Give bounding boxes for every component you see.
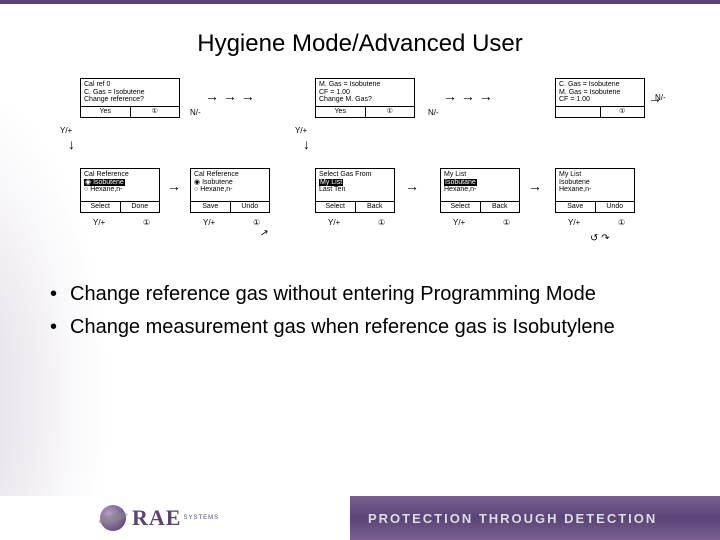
line: CF = 1.00	[559, 96, 641, 104]
btn-yplus: Y/+	[328, 218, 340, 227]
btn-mode: ①	[253, 218, 260, 227]
btn-yplus: Y/+	[93, 218, 105, 227]
btn-yplus: Y/+	[568, 218, 580, 227]
logo-brand: RAE	[132, 505, 181, 531]
top-bar	[0, 0, 720, 4]
btn-yplus: Y/+	[60, 126, 72, 135]
btn-nminus: N/-	[428, 108, 439, 117]
btn-mode: ①	[503, 218, 510, 227]
btn-yplus: Y/+	[203, 218, 215, 227]
btn-yes: Yes	[316, 107, 366, 117]
bullet-item: Change reference gas without entering Pr…	[50, 283, 670, 306]
btn: Back	[481, 202, 520, 212]
arrow-curve: ↗	[259, 227, 269, 239]
btn-mode: ①	[601, 107, 645, 117]
btn-mode: ①	[366, 107, 415, 117]
btn: Save	[191, 202, 231, 212]
line: Cal ref 0	[84, 81, 176, 89]
arrow-curve: ↺ ↷	[590, 233, 610, 244]
option: Isobutene	[559, 179, 631, 187]
arrow-right: →	[648, 90, 662, 106]
title: Select Gas From	[319, 171, 391, 179]
btn-yplus: Y/+	[453, 218, 465, 227]
bullet-item: Change measurement gas when reference ga…	[50, 316, 670, 339]
btn-mode: ①	[143, 218, 150, 227]
btn: Done	[121, 202, 160, 212]
slide: Hygiene Mode/Advanced User Cal ref 0 C. …	[0, 0, 720, 540]
btn-mode: ①	[131, 107, 180, 117]
screen-cal-select: Cal Reference Isobutene Hexane,n- Select…	[80, 168, 160, 213]
arrow-right: →	[405, 178, 419, 194]
btn-yes: Yes	[81, 107, 131, 117]
btn-yplus: Y/+	[295, 126, 307, 135]
arrow-right: →	[167, 178, 181, 194]
btn: Undo	[596, 202, 635, 212]
title: Cal Reference	[84, 171, 156, 179]
arrow-right: →	[528, 178, 542, 194]
line: Change reference?	[84, 96, 176, 104]
line: C. Gas = Isobutene	[84, 89, 176, 97]
option: Isobutene	[84, 179, 125, 187]
btn: Back	[356, 202, 395, 212]
btn: Select	[441, 202, 481, 212]
option: Hexane,n-	[84, 186, 156, 194]
option: Hexane,n-	[194, 186, 266, 194]
arrow-right: → → →	[443, 88, 493, 104]
line: CF = 1.00	[319, 89, 411, 97]
arrow-right: → → →	[205, 88, 255, 104]
line: M. Gas = Isobutene	[559, 89, 641, 97]
screen-mgas: M. Gas = Isobutene CF = 1.00 Change M. G…	[315, 78, 415, 118]
screen-gas-from: Select Gas From My List Last Ten SelectB…	[315, 168, 395, 213]
tagline: PROTECTION THROUGH DETECTION	[350, 496, 720, 540]
screen-mylist-save: My List Isobutene Hexane,n- SaveUndo	[555, 168, 635, 213]
btn-nminus: N/-	[190, 108, 201, 117]
slide-footer: RAE SYSTEMS PROTECTION THROUGH DETECTION	[0, 496, 720, 540]
screen-cal-ref: Cal ref 0 C. Gas = Isobutene Change refe…	[80, 78, 180, 118]
option: Last Ten	[319, 186, 391, 194]
line: M. Gas = Isobutene	[319, 81, 411, 89]
screen-mylist-sel: My List Isobutane Hexane,n- SelectBack	[440, 168, 520, 213]
option: Hexane,n-	[444, 186, 516, 194]
line: C. Gas = Isobutene	[559, 81, 641, 89]
btn-mode: ①	[618, 218, 625, 227]
line: Change M. Gas?	[319, 96, 411, 104]
arrow-down: ↓	[303, 136, 310, 152]
title: Cal Reference	[194, 171, 266, 179]
option: Isobutane	[444, 179, 477, 187]
btn: Save	[556, 202, 596, 212]
title: My List	[444, 171, 516, 179]
bullet-list: Change reference gas without entering Pr…	[50, 283, 670, 339]
title: My List	[559, 171, 631, 179]
screen-cal-save: Cal Reference Isobutene Hexane,n- SaveUn…	[190, 168, 270, 213]
logo-area: RAE SYSTEMS	[0, 496, 350, 540]
logo-icon	[100, 505, 126, 531]
option: My List	[319, 179, 343, 187]
logo-sub: SYSTEMS	[183, 515, 219, 521]
screen-summary: C. Gas = Isobutene M. Gas = Isobutene CF…	[555, 78, 645, 118]
flow-diagram: Cal ref 0 C. Gas = Isobutene Change refe…	[50, 78, 670, 258]
slide-title: Hygiene Mode/Advanced User	[0, 0, 720, 58]
btn: Undo	[231, 202, 270, 212]
arrow-down: ↓	[68, 136, 75, 152]
btn: Select	[81, 202, 121, 212]
option: Isobutene	[194, 179, 266, 187]
btn: Select	[316, 202, 356, 212]
option: Hexane,n-	[559, 186, 631, 194]
btn-mode: ①	[378, 218, 385, 227]
